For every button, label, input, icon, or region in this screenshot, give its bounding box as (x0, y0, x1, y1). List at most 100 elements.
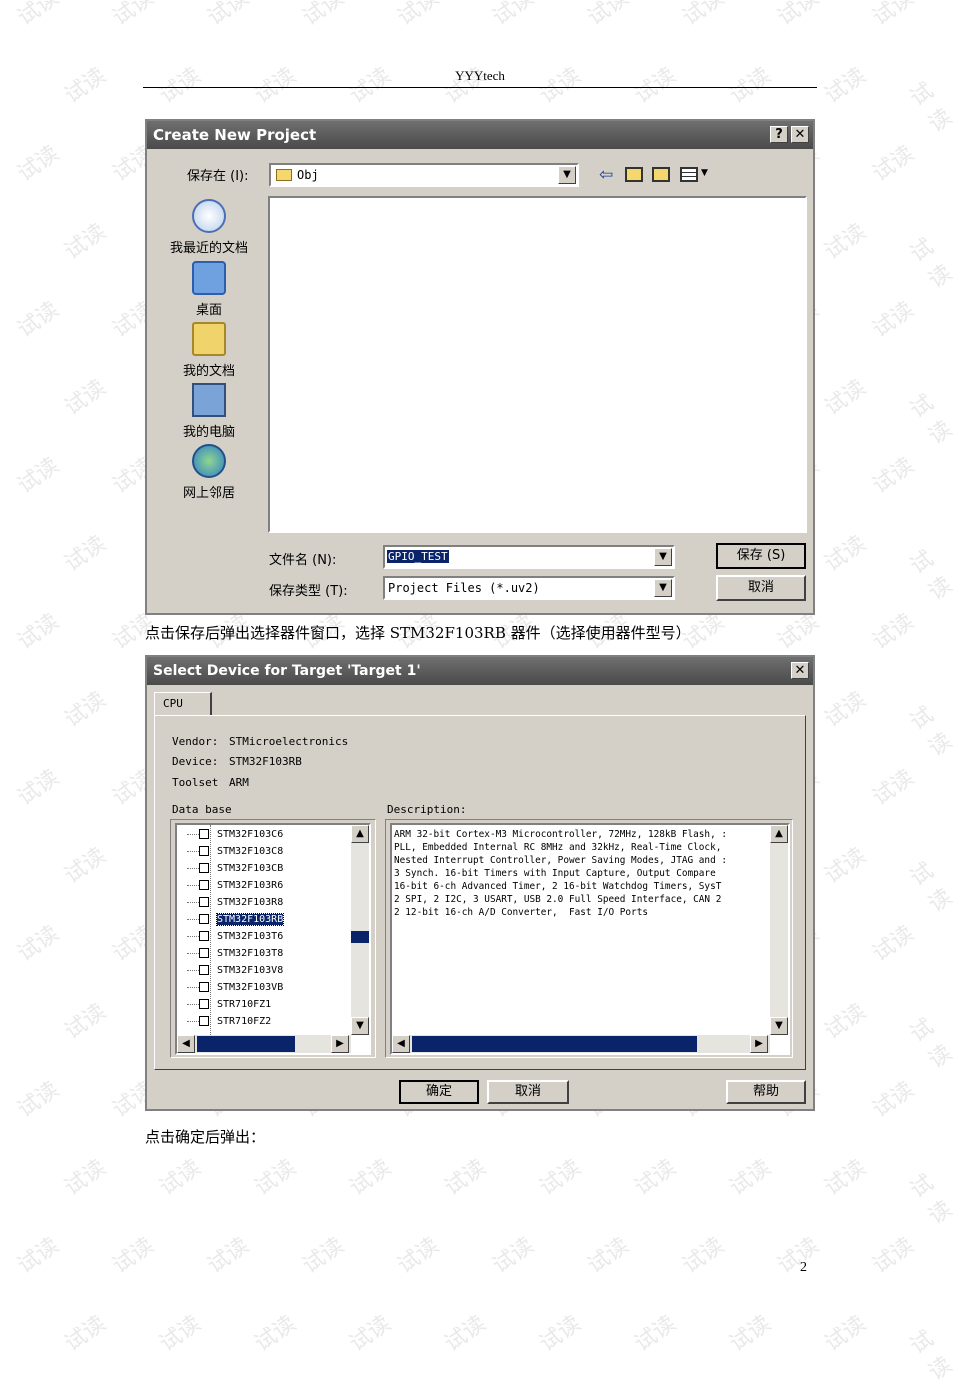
device-list-item[interactable]: STM32F103VB (187, 980, 283, 995)
place-network[interactable]: 网上邻居 (161, 444, 257, 501)
device-list-item[interactable]: STM32F103T8 (187, 946, 283, 961)
tree-connector (187, 953, 199, 954)
place-label: 我的文档 (182, 364, 235, 379)
device-list-item[interactable]: STM32F103R8 (187, 895, 283, 910)
watermark-text: 试读 (905, 1326, 957, 1386)
watermark-text: 试读 (488, 0, 539, 31)
header-rule (143, 87, 817, 88)
scroll-right-icon[interactable]: ▶ (750, 1035, 768, 1053)
watermark-text: 试读 (60, 63, 111, 109)
chevron-down-icon[interactable]: ▼ (558, 166, 576, 184)
toolset-value: ARM (229, 776, 249, 789)
watermark-text: 试读 (868, 765, 919, 811)
close-button[interactable]: ✕ (791, 662, 809, 679)
scroll-thumb[interactable] (197, 1036, 295, 1052)
scroll-right-icon[interactable]: ▶ (331, 1035, 349, 1053)
tab-cpu[interactable]: CPU (154, 692, 212, 716)
cancel-button[interactable]: 取消 (716, 575, 806, 601)
description-line: 3 Synch. 16-bit Timers with Input Captur… (394, 868, 716, 879)
watermark-text: 试读 (13, 0, 64, 31)
watermark-text: 试读 (13, 609, 64, 655)
watermark-text: 试读 (905, 546, 957, 606)
watermark-text: 试读 (250, 63, 301, 109)
watermark-text: 试读 (393, 1233, 444, 1279)
tree-connector (187, 868, 199, 869)
filename-label: 文件名 (N): (269, 553, 337, 568)
folder-icon (276, 169, 292, 181)
watermark-text: 试读 (868, 1077, 919, 1123)
scroll-thumb[interactable] (412, 1036, 697, 1052)
view-menu-icon[interactable] (680, 167, 698, 182)
watermark-text: 试读 (678, 0, 729, 31)
device-name: STM32F103C8 (217, 846, 284, 857)
device-list-item[interactable]: STR710FZ2 (187, 1014, 271, 1029)
watermark-text: 试读 (868, 0, 919, 31)
tree-hscrollbar[interactable]: ◀ ▶ (177, 1035, 351, 1053)
save-in-value: Obj (297, 168, 319, 182)
scroll-down-icon[interactable]: ▼ (770, 1017, 788, 1035)
device-tree[interactable]: ▲ ▼ ◀ ▶ STM32F103C6 STM32F103C8 STM32F103C… (175, 823, 371, 1055)
select-device-dialog: Select Device for Target 'Target 1' ✕ CP… (145, 655, 815, 1111)
device-name: STM32F103V8 (217, 965, 284, 976)
tree-connector (187, 902, 199, 903)
new-folder-icon[interactable] (652, 167, 670, 182)
desc-hscrollbar[interactable]: ◀ ▶ (392, 1035, 770, 1053)
cancel-button[interactable]: 取消 (487, 1080, 569, 1104)
page-header: YYYtech (455, 68, 505, 83)
device-list-item[interactable]: STM32F103C8 (187, 844, 284, 859)
device-list-item[interactable]: STM32F103T6 (187, 929, 283, 944)
device-list-item[interactable]: STM32F103RB (187, 912, 285, 927)
save-in-dropdown[interactable]: Obj ▼ (269, 163, 579, 187)
help-button[interactable]: ? (770, 126, 788, 143)
watermark-text: 试读 (773, 1233, 824, 1279)
watermark-text: 试读 (725, 63, 776, 109)
tree-scrollbar[interactable]: ▲ ▼ (351, 825, 369, 1035)
view-menu-arrow-icon[interactable]: ▼ (701, 168, 708, 178)
vendor-label: Vendor: (172, 735, 219, 748)
scroll-up-icon[interactable]: ▲ (351, 825, 369, 843)
filename-input[interactable]: GPIO_TEST ▼ (383, 545, 675, 569)
watermark-text: 试读 (60, 1155, 111, 1201)
device-list-item[interactable]: STM32F103C6 (187, 827, 283, 842)
place-label: 网上邻居 (182, 486, 235, 501)
watermark-text: 试读 (440, 63, 491, 109)
filetype-select[interactable]: Project Files (*.uv2) ▼ (383, 576, 675, 600)
device-list-item[interactable]: STM32F103V8 (187, 963, 284, 978)
tree-connector (187, 834, 199, 835)
place-my-documents[interactable]: 我的文档 (161, 322, 257, 379)
scroll-up-icon[interactable]: ▲ (770, 825, 788, 843)
place-recent[interactable]: 我最近的文档 (161, 199, 257, 256)
page-number: 2 (800, 1260, 807, 1275)
device-list-item[interactable]: STR710FZ1 (187, 997, 271, 1012)
tree-connector (187, 1004, 199, 1005)
help-button[interactable]: 帮助 (726, 1080, 806, 1104)
chevron-down-icon[interactable]: ▼ (654, 579, 672, 597)
description-box[interactable]: ARM 32-bit Cortex-M3 Microcontroller, 72… (390, 823, 790, 1055)
close-button[interactable]: ✕ (791, 126, 809, 143)
scroll-left-icon[interactable]: ◀ (177, 1035, 195, 1053)
device-list-item[interactable]: STM32F103R6 (187, 878, 283, 893)
watermark-text: 试读 (868, 921, 919, 967)
scroll-left-icon[interactable]: ◀ (392, 1035, 410, 1053)
desc-scrollbar[interactable]: ▲ ▼ (770, 825, 788, 1035)
chip-icon (199, 897, 209, 907)
scroll-thumb[interactable] (351, 931, 369, 943)
file-list[interactable] (268, 196, 807, 533)
back-icon[interactable]: ⇦ (599, 165, 613, 185)
filetype-label: 保存类型 (T): (269, 584, 348, 599)
watermark-text: 试读 (868, 453, 919, 499)
place-label: 桌面 (195, 303, 222, 318)
scroll-down-icon[interactable]: ▼ (351, 1017, 369, 1035)
ok-button[interactable]: 确定 (399, 1080, 479, 1104)
chevron-down-icon[interactable]: ▼ (654, 548, 672, 566)
create-project-dialog: Create New Project ? ✕ 保存在 (I): Obj ▼ ⇦ … (145, 119, 815, 615)
place-my-computer[interactable]: 我的电脑 (161, 383, 257, 440)
watermark-text: 试读 (203, 1233, 254, 1279)
watermark-text: 试读 (345, 1311, 396, 1357)
watermark-text: 试读 (820, 687, 871, 733)
tree-connector (187, 936, 199, 937)
save-button[interactable]: 保存 (S) (716, 543, 806, 569)
device-list-item[interactable]: STM32F103CB (187, 861, 283, 876)
place-desktop[interactable]: 桌面 (161, 261, 257, 318)
up-folder-icon[interactable] (625, 167, 643, 182)
